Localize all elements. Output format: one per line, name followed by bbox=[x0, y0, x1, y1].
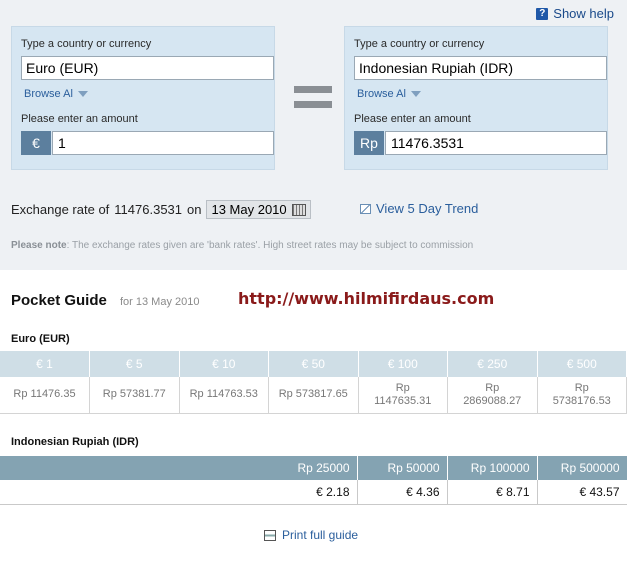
rate-on: on bbox=[187, 202, 202, 217]
euro-table-label: Euro (EUR) bbox=[11, 333, 70, 345]
chevron-down-icon bbox=[410, 91, 421, 97]
idr-col-header: Rp 100000 bbox=[447, 456, 538, 480]
rupiah-symbol-badge: Rp bbox=[354, 131, 384, 155]
note-text: : The exchange rates given are 'bank rat… bbox=[66, 240, 474, 251]
watermark-url: http://www.hilmifirdaus.com bbox=[238, 289, 495, 308]
idr-cell: € 43.57 bbox=[537, 480, 627, 505]
idr-table-label: Indonesian Rupiah (IDR) bbox=[11, 436, 139, 448]
to-currency-input[interactable]: Indonesian Rupiah (IDR) bbox=[354, 56, 607, 80]
help-icon: ? bbox=[536, 7, 549, 20]
rate-date: 13 May 2010 bbox=[211, 202, 287, 217]
exchange-rate-line: Exchange rate of 11476.3531 on 13 May 20… bbox=[11, 200, 311, 219]
from-amount-label: Please enter an amount bbox=[21, 113, 138, 125]
date-picker[interactable]: 13 May 2010 bbox=[206, 200, 311, 219]
to-amount-input[interactable]: 11476.3531 bbox=[385, 131, 607, 155]
euro-col-header: € 50 bbox=[268, 351, 359, 377]
note-bold: Please note bbox=[11, 240, 67, 251]
euro-col-header: € 500 bbox=[537, 351, 627, 377]
euro-col-header: € 5 bbox=[89, 351, 180, 377]
euro-cell: Rp 5738176.53 bbox=[537, 377, 627, 414]
to-type-label: Type a country or currency bbox=[354, 38, 485, 50]
to-amount-label: Please enter an amount bbox=[354, 113, 471, 125]
euro-col-header: € 250 bbox=[447, 351, 538, 377]
to-browse-dropdown[interactable]: Browse Al bbox=[357, 88, 421, 100]
calendar-icon bbox=[291, 203, 306, 216]
euro-cell: Rp 57381.77 bbox=[89, 377, 180, 414]
euro-symbol-badge: € bbox=[21, 131, 51, 155]
euro-cell: Rp 1147635.31 bbox=[358, 377, 448, 414]
view-trend-label: View 5 Day Trend bbox=[376, 201, 479, 216]
chevron-down-icon bbox=[77, 91, 88, 97]
euro-cell: Rp 114763.53 bbox=[179, 377, 269, 414]
idr-guide-table: Rp 25000 Rp 50000 Rp 100000 Rp 500000 € … bbox=[0, 456, 627, 505]
to-currency-panel: Type a country or currency Indonesian Ru… bbox=[344, 26, 608, 170]
idr-cell: € 8.71 bbox=[447, 480, 538, 505]
table-header-row: € 1 € 5 € 10 € 50 € 100 € 250 € 500 bbox=[0, 351, 627, 377]
euro-cell: Rp 573817.65 bbox=[268, 377, 359, 414]
show-help-label: Show help bbox=[553, 6, 614, 21]
table-row: € 2.18 € 4.36 € 8.71 € 43.57 bbox=[0, 480, 627, 505]
rate-value: 11476.3531 bbox=[114, 202, 183, 217]
table-header-row: Rp 25000 Rp 50000 Rp 100000 Rp 500000 bbox=[0, 456, 627, 480]
rate-note: Please note: The exchange rates given ar… bbox=[11, 240, 473, 251]
pocket-guide-date: for 13 May 2010 bbox=[120, 296, 200, 308]
chart-icon bbox=[360, 203, 371, 214]
from-currency-panel: Type a country or currency Euro (EUR) Br… bbox=[11, 26, 275, 170]
euro-col-header: € 1 bbox=[0, 351, 90, 377]
to-browse-label: Browse Al bbox=[357, 88, 406, 100]
euro-col-header: € 10 bbox=[179, 351, 269, 377]
show-help-link[interactable]: ? Show help bbox=[536, 6, 614, 21]
idr-cell: € 2.18 bbox=[0, 480, 358, 505]
print-guide-link[interactable]: Print full guide bbox=[264, 528, 358, 542]
from-currency-input[interactable]: Euro (EUR) bbox=[21, 56, 274, 80]
table-row: Rp 11476.35 Rp 57381.77 Rp 114763.53 Rp … bbox=[0, 377, 627, 414]
equals-icon bbox=[294, 86, 332, 116]
euro-cell: Rp 11476.35 bbox=[0, 377, 90, 414]
from-browse-dropdown[interactable]: Browse Al bbox=[24, 88, 88, 100]
idr-col-header: Rp 50000 bbox=[357, 456, 448, 480]
idr-cell: € 4.36 bbox=[357, 480, 448, 505]
idr-col-header: Rp 25000 bbox=[0, 456, 358, 480]
pocket-guide-title: Pocket Guide bbox=[11, 292, 107, 309]
from-amount-input[interactable]: 1 bbox=[52, 131, 274, 155]
euro-cell: Rp 2869088.27 bbox=[447, 377, 538, 414]
idr-col-header: Rp 500000 bbox=[537, 456, 627, 480]
euro-col-header: € 100 bbox=[358, 351, 448, 377]
from-browse-label: Browse Al bbox=[24, 88, 73, 100]
print-guide-label: Print full guide bbox=[282, 528, 359, 542]
printer-icon bbox=[264, 529, 276, 541]
euro-guide-table: € 1 € 5 € 10 € 50 € 100 € 250 € 500 Rp 1… bbox=[0, 351, 627, 414]
from-type-label: Type a country or currency bbox=[21, 38, 152, 50]
view-trend-link[interactable]: View 5 Day Trend bbox=[360, 201, 478, 216]
rate-prefix: Exchange rate of bbox=[11, 202, 110, 217]
